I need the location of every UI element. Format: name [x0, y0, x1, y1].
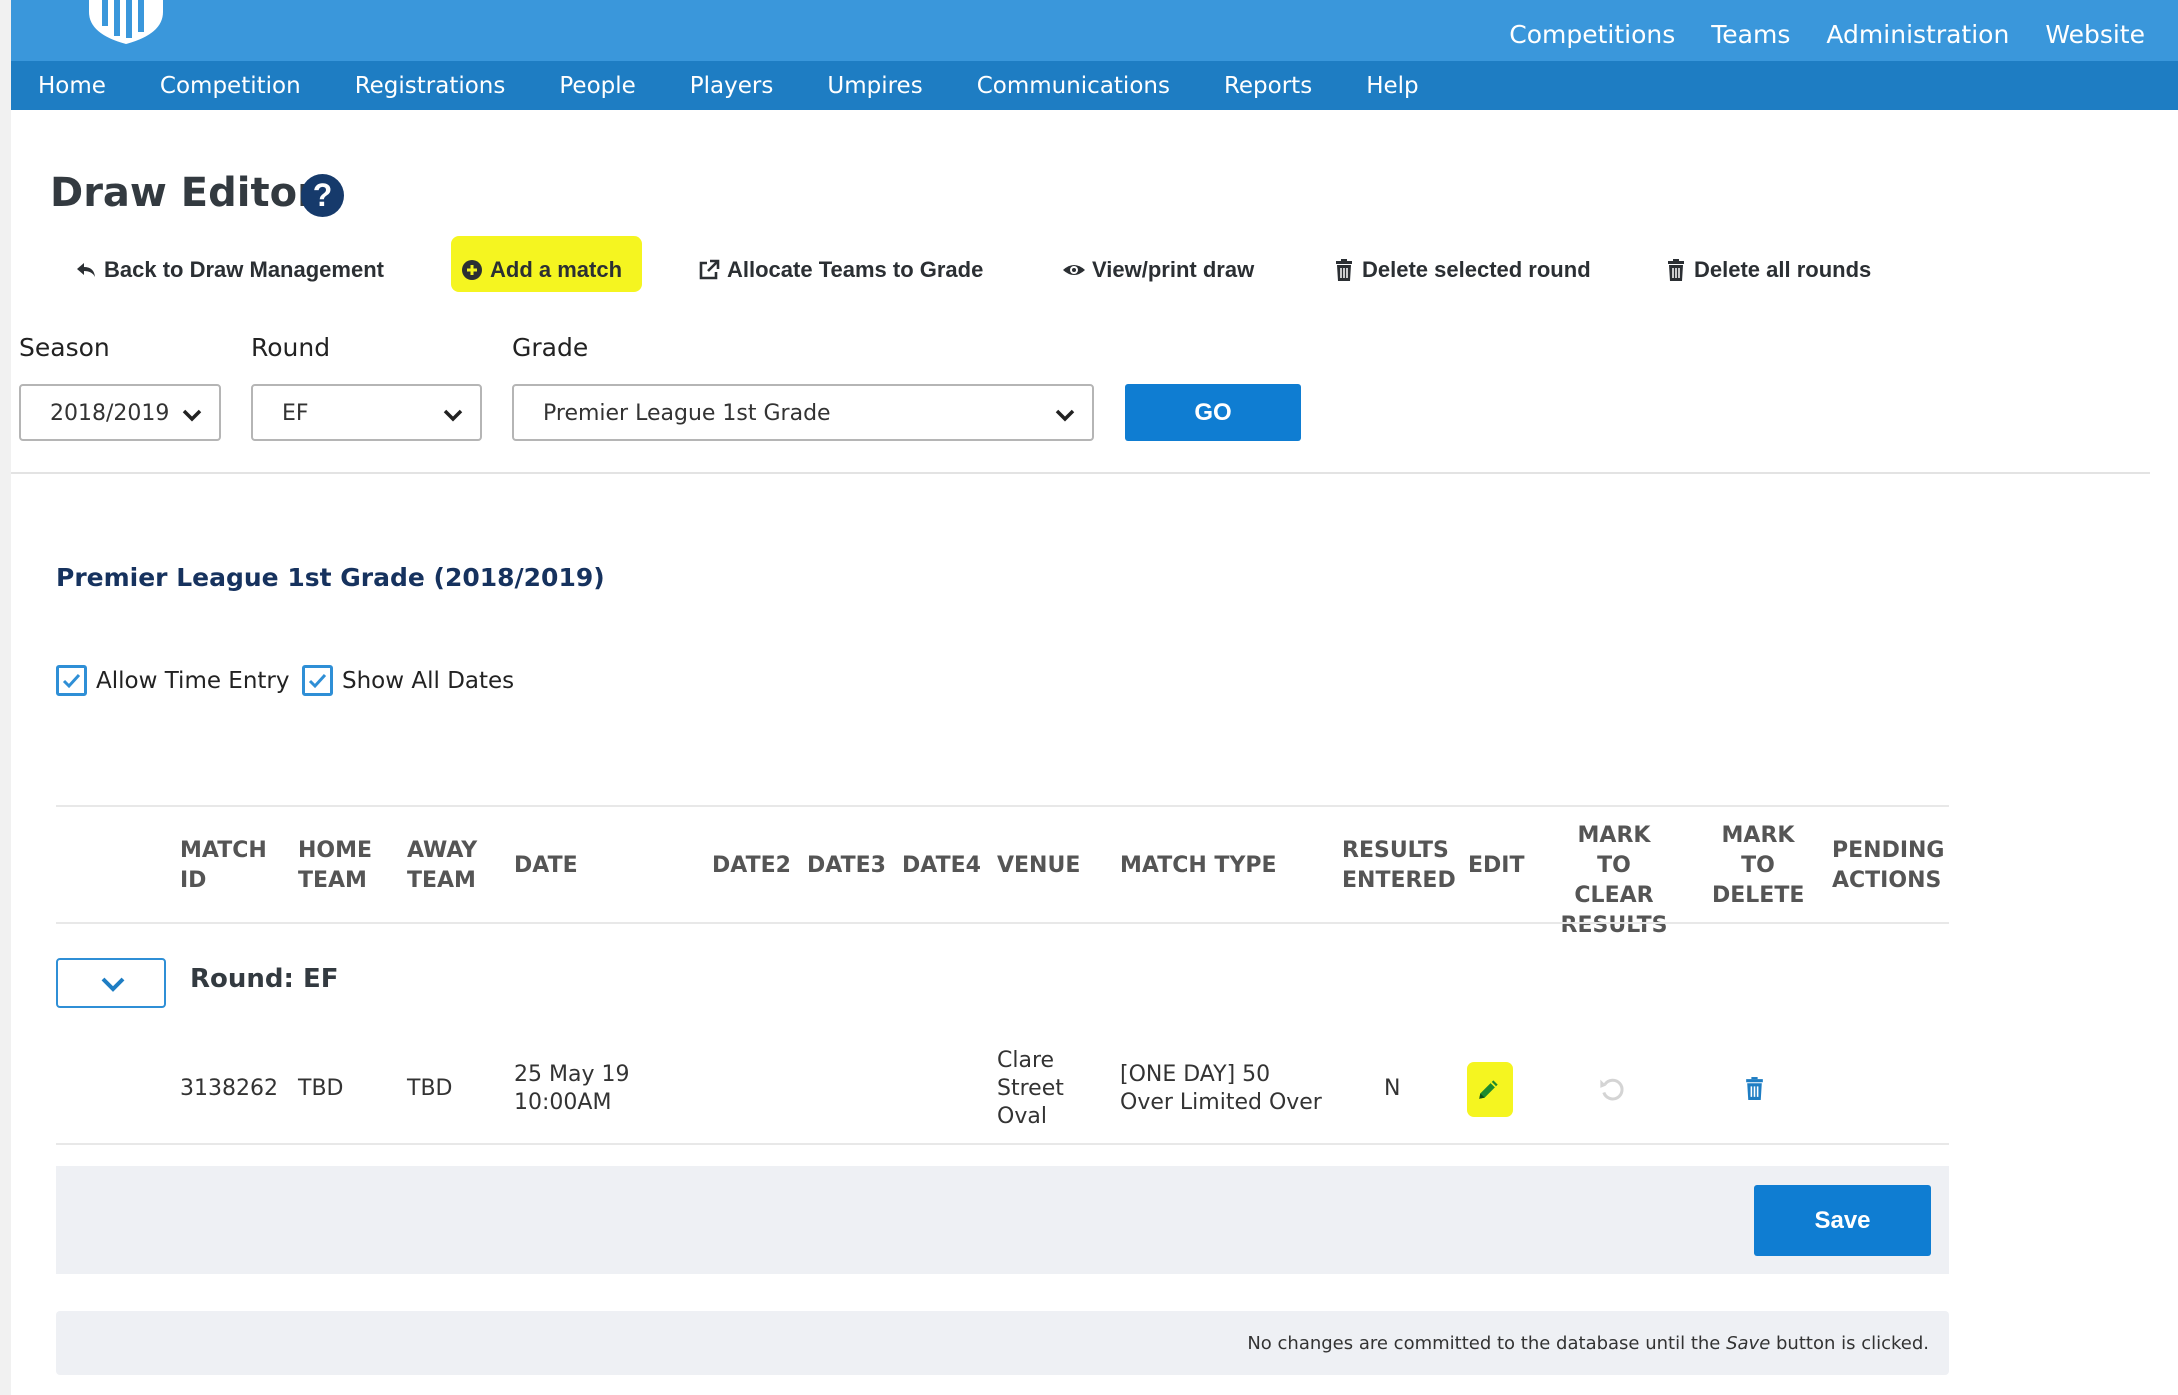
round-select[interactable]: EF [251, 384, 482, 441]
check-icon [308, 673, 327, 689]
nav-reports[interactable]: Reports [1224, 73, 1312, 99]
top-bar: Competitions Teams Administration Websit… [11, 0, 2178, 61]
top-nav: Competitions Teams Administration Websit… [1509, 20, 2145, 49]
delete-all-label: Delete all rounds [1694, 257, 1872, 282]
help-icon[interactable]: ? [301, 174, 344, 217]
header-date[interactable]: DATE [514, 851, 578, 881]
chevron-down-icon [443, 409, 463, 422]
allocate-label: Allocate Teams to Grade [727, 257, 984, 282]
allow-time-entry-checkbox[interactable]: Allow Time Entry [56, 665, 290, 696]
checkbox-box [302, 665, 333, 696]
view-print-label: View/print draw [1092, 257, 1255, 282]
nav-players[interactable]: Players [690, 73, 774, 99]
back-to-draw-management-link[interactable]: Back to Draw Management [74, 257, 384, 283]
round-collapse-toggle[interactable] [56, 958, 166, 1008]
header-date2[interactable]: DATE2 [712, 851, 791, 881]
page-title: Draw Editor [50, 170, 317, 216]
cell-results-entered: N [1384, 1076, 1401, 1101]
header-match-id[interactable]: MATCH ID [180, 836, 267, 896]
show-all-dates-label: Show All Dates [342, 667, 515, 694]
external-link-icon [699, 259, 720, 280]
header-home-team[interactable]: HOME TEAM [298, 836, 372, 896]
section-divider [11, 472, 2150, 474]
chevron-down-icon [101, 977, 125, 992]
grade-label: Grade [512, 333, 589, 362]
nav-competition[interactable]: Competition [160, 73, 301, 99]
save-button[interactable]: Save [1754, 1185, 1931, 1256]
nav-umpires[interactable]: Umpires [827, 73, 922, 99]
save-panel [56, 1166, 1949, 1274]
header-date3[interactable]: DATE3 [807, 851, 886, 881]
chevron-down-icon [182, 409, 202, 422]
top-nav-competitions[interactable]: Competitions [1509, 20, 1675, 49]
view-print-draw-link[interactable]: View/print draw [1062, 257, 1254, 283]
round-group-label: Round: EF [190, 964, 339, 994]
header-away-team[interactable]: AWAY TEAM [407, 836, 477, 896]
grade-value: Premier League 1st Grade [543, 401, 831, 426]
header-edit[interactable]: EDIT [1468, 851, 1524, 881]
nav-help[interactable]: Help [1366, 73, 1418, 99]
header-results-entered[interactable]: RESULTS ENTERED [1342, 836, 1456, 896]
trash-icon[interactable] [1742, 1075, 1767, 1102]
allocate-teams-link[interactable]: Allocate Teams to Grade [697, 257, 983, 283]
window-edge [0, 0, 11, 1395]
table-top-border [56, 805, 1949, 807]
reply-arrow-icon [77, 263, 95, 277]
checkbox-box [56, 665, 87, 696]
season-select[interactable]: 2018/2019 [19, 384, 221, 441]
header-date4[interactable]: DATE4 [902, 851, 981, 881]
cell-venue: Clare Street Oval [997, 1048, 1064, 1129]
cell-match-id: 3138262 [180, 1076, 278, 1101]
add-match-link[interactable]: Add a match [460, 257, 622, 283]
table-row-border [56, 1143, 1949, 1145]
nav-people[interactable]: People [559, 73, 635, 99]
round-value: EF [282, 401, 309, 426]
check-icon [62, 673, 81, 689]
season-value: 2018/2019 [50, 401, 170, 426]
nav-communications[interactable]: Communications [977, 73, 1170, 99]
grade-heading: Premier League 1st Grade (2018/2019) [56, 563, 605, 592]
delete-all-rounds-link[interactable]: Delete all rounds [1664, 257, 1871, 283]
delete-selected-round-link[interactable]: Delete selected round [1332, 257, 1591, 283]
header-match-type[interactable]: MATCH TYPE [1120, 851, 1277, 881]
cell-away-team: TBD [407, 1076, 453, 1101]
footer-note: No changes are committed to the database… [1247, 1333, 1929, 1354]
table-header-border [56, 922, 1949, 924]
trash-icon [1336, 259, 1352, 281]
allow-time-entry-label: Allow Time Entry [96, 667, 290, 694]
shield-logo-icon [89, 0, 163, 44]
footer-note-panel: No changes are committed to the database… [56, 1311, 1949, 1375]
go-button[interactable]: GO [1125, 384, 1301, 441]
chevron-down-icon [1055, 409, 1075, 422]
plus-circle-icon [462, 260, 482, 280]
season-label: Season [19, 333, 110, 362]
top-nav-website[interactable]: Website [2045, 20, 2145, 49]
back-label: Back to Draw Management [104, 257, 384, 282]
trash-icon [1668, 259, 1684, 281]
cell-date: 25 May 19 10:00AM [514, 1062, 630, 1115]
main-nav: Home Competition Registrations People Pl… [11, 61, 2178, 110]
header-mark-delete[interactable]: MARK TO DELETE [1712, 821, 1804, 911]
top-nav-administration[interactable]: Administration [1826, 20, 2009, 49]
cell-home-team: TBD [298, 1076, 344, 1101]
header-pending-actions[interactable]: PENDING ACTIONS [1832, 836, 1944, 896]
pencil-icon[interactable] [1476, 1076, 1502, 1102]
top-nav-teams[interactable]: Teams [1711, 20, 1790, 49]
round-label: Round [251, 333, 331, 362]
show-all-dates-checkbox[interactable]: Show All Dates [302, 665, 514, 696]
add-match-label: Add a match [490, 257, 623, 282]
cell-match-type: [ONE DAY] 50 Over Limited Over [1120, 1062, 1322, 1115]
grade-select[interactable]: Premier League 1st Grade [512, 384, 1094, 441]
delete-round-label: Delete selected round [1362, 257, 1591, 282]
header-venue[interactable]: VENUE [997, 851, 1080, 881]
undo-icon[interactable] [1598, 1075, 1626, 1103]
eye-icon [1063, 265, 1085, 275]
nav-registrations[interactable]: Registrations [355, 73, 506, 99]
nav-home[interactable]: Home [38, 73, 106, 99]
